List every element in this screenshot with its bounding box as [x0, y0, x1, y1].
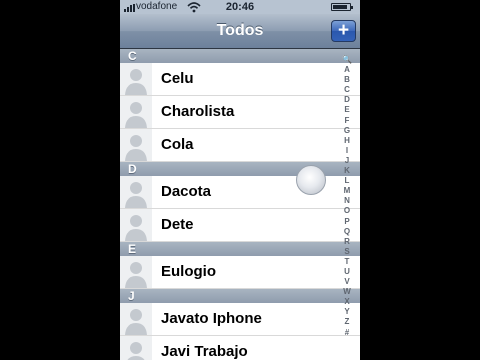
battery-icon [331, 3, 353, 11]
index-letter[interactable]: R [340, 237, 354, 247]
index-letter[interactable]: G [340, 126, 354, 136]
contact-name: Javato Iphone [161, 310, 262, 327]
contact-row[interactable]: Eulogio [120, 256, 360, 289]
index-letter[interactable]: O [340, 206, 354, 216]
section-header: C [120, 49, 360, 63]
contact-name: Celu [161, 70, 194, 87]
contact-name: Charolista [161, 103, 235, 120]
navigation-bar: Todos + [120, 14, 360, 49]
index-letter[interactable]: A [340, 65, 354, 75]
index-letter[interactable]: M [340, 186, 354, 196]
avatar-placeholder-icon [120, 63, 152, 95]
index-letter[interactable]: E [340, 105, 354, 115]
index-letter[interactable]: J [340, 156, 354, 166]
contact-row[interactable]: Charolista [120, 96, 360, 129]
contacts-screen: vodafone 20:46 Todos + C Celu Charolista Co… [120, 0, 360, 360]
index-letter[interactable]: Q [340, 227, 354, 237]
section-letter: C [128, 49, 137, 63]
contact-name: Dacota [161, 183, 212, 200]
index-letter[interactable]: P [340, 217, 354, 227]
index-letter[interactable]: U [340, 267, 354, 277]
contact-name: Javi Trabajo [161, 343, 248, 360]
index-letter[interactable]: T [340, 257, 354, 267]
contact-name: Dete [161, 216, 194, 233]
touch-indicator [296, 165, 326, 195]
clock: 20:46 [225, 1, 255, 13]
avatar-placeholder-icon [120, 176, 152, 208]
index-letter[interactable]: C [340, 85, 354, 95]
contact-row[interactable]: Javato Iphone [120, 303, 360, 336]
contact-row[interactable]: Cola [120, 129, 360, 162]
contact-list: C Celu Charolista Cola D Dacota Dete E Eulogio J J… [120, 49, 360, 360]
section-letter: E [128, 242, 137, 256]
index-letter[interactable]: V [340, 277, 354, 287]
section-letter: D [128, 162, 137, 176]
index-letter[interactable]: F [340, 116, 354, 126]
contact-name: Eulogio [161, 263, 216, 280]
contact-row[interactable]: Celu [120, 63, 360, 96]
page-title: Todos [216, 22, 264, 39]
section-index[interactable]: 🔍 A B C D E F G H I J K L M N O P Q R S T U V W X Y Z # [340, 55, 354, 338]
avatar-placeholder-icon [120, 336, 152, 360]
index-letter[interactable]: N [340, 196, 354, 206]
index-letter[interactable]: B [340, 75, 354, 85]
section-header: E [120, 242, 360, 256]
avatar-placeholder-icon [120, 96, 152, 128]
contact-row[interactable]: Dete [120, 209, 360, 242]
index-letter[interactable]: Y [340, 307, 354, 317]
index-letter[interactable]: L [340, 176, 354, 186]
avatar-placeholder-icon [120, 303, 152, 335]
index-letter[interactable]: K [340, 166, 354, 176]
index-letter[interactable]: W [340, 287, 354, 297]
section-letter: J [128, 289, 135, 303]
contact-name: Cola [161, 136, 194, 153]
status-bar: vodafone 20:46 [120, 0, 360, 14]
avatar-placeholder-icon [120, 209, 152, 241]
index-letter[interactable]: X [340, 297, 354, 307]
index-letter[interactable]: Z [340, 317, 354, 327]
index-search-icon[interactable]: 🔍 [340, 55, 354, 65]
index-letter[interactable]: # [340, 328, 354, 338]
section-header: J [120, 289, 360, 303]
avatar-placeholder-icon [120, 256, 152, 288]
contact-row[interactable]: Javi Trabajo [120, 336, 360, 360]
avatar-placeholder-icon [120, 129, 152, 161]
add-contact-button[interactable]: + [331, 20, 356, 42]
index-letter[interactable]: H [340, 136, 354, 146]
index-letter[interactable]: D [340, 95, 354, 105]
index-letter[interactable]: S [340, 247, 354, 257]
index-letter[interactable]: I [340, 146, 354, 156]
